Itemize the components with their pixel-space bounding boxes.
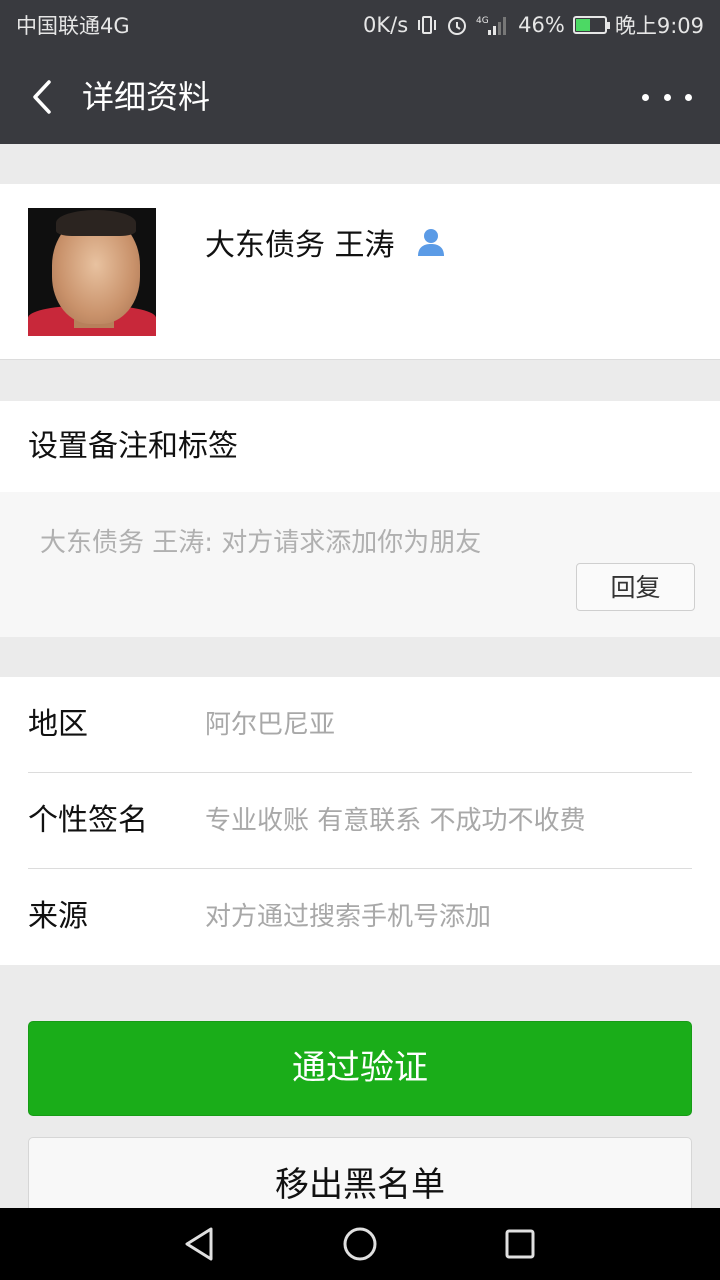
clock: 晚上9:09 bbox=[614, 14, 704, 38]
avatar-hair bbox=[56, 210, 136, 236]
request-message: 大东债务 王涛: 对方请求添加你为朋友 bbox=[40, 528, 482, 558]
signal-icon: 4G bbox=[476, 14, 510, 36]
contact-person-icon bbox=[417, 229, 444, 256]
system-back-button[interactable] bbox=[180, 1224, 220, 1264]
network-speed: 0K/s bbox=[362, 13, 409, 37]
more-options-button[interactable] bbox=[642, 83, 692, 111]
more-dot-icon bbox=[642, 93, 649, 101]
battery-level bbox=[575, 19, 590, 31]
info-row-signature: 个性签名 专业收账 有意联系 不成功不收费 bbox=[28, 773, 692, 869]
system-nav-bar bbox=[0, 1208, 720, 1280]
square-recents-icon bbox=[505, 1229, 535, 1259]
chevron-left-icon bbox=[33, 80, 51, 114]
more-dot-icon bbox=[663, 93, 671, 101]
signature-label: 个性签名 bbox=[28, 803, 148, 838]
remark-label: 设置备注和标签 bbox=[28, 429, 238, 464]
more-dot-icon bbox=[685, 93, 692, 101]
info-row-source: 来源 对方通过搜索手机号添加 bbox=[28, 869, 692, 965]
avatar[interactable] bbox=[28, 208, 156, 336]
status-bar: 中国联通4G 0K/s 4G 46% 晚上9:09 bbox=[0, 0, 720, 50]
nav-bar: 详细资料 bbox=[0, 50, 720, 144]
signature-value: 专业收账 有意联系 不成功不收费 bbox=[205, 806, 586, 836]
accept-verification-button[interactable]: 通过验证 bbox=[28, 1021, 692, 1116]
set-remark-tags-row[interactable]: 设置备注和标签 bbox=[0, 401, 720, 492]
source-label: 来源 bbox=[28, 899, 88, 934]
vibrate-icon bbox=[416, 15, 438, 35]
back-button[interactable] bbox=[22, 77, 62, 117]
circle-home-icon bbox=[343, 1227, 377, 1261]
region-value: 阿尔巴尼亚 bbox=[205, 710, 336, 740]
page-title: 详细资料 bbox=[82, 78, 211, 116]
alarm-icon bbox=[446, 14, 468, 36]
info-section: 地区 阿尔巴尼亚 个性签名 专业收账 有意联系 不成功不收费 来源 对方通过搜索… bbox=[0, 677, 720, 965]
region-label: 地区 bbox=[28, 707, 88, 742]
triangle-back-icon bbox=[185, 1227, 213, 1261]
status-icons: 0K/s 4G 46% 晚上9:09 bbox=[363, 10, 704, 40]
friend-request-panel: 大东债务 王涛: 对方请求添加你为朋友 回复 bbox=[0, 492, 720, 637]
profile-name-row: 大东债务 王涛 bbox=[205, 220, 447, 264]
system-recents-button[interactable] bbox=[500, 1224, 540, 1264]
source-value: 对方通过搜索手机号添加 bbox=[205, 902, 492, 932]
info-row-region: 地区 阿尔巴尼亚 bbox=[28, 677, 692, 773]
system-home-button[interactable] bbox=[340, 1224, 380, 1264]
profile-name: 大东债务 王涛 bbox=[205, 228, 395, 263]
svg-text:4G: 4G bbox=[476, 16, 489, 26]
carrier-label: 中国联通4G bbox=[16, 14, 130, 38]
battery-icon bbox=[572, 16, 610, 34]
profile-card: 大东债务 王涛 bbox=[0, 184, 720, 360]
reply-button[interactable]: 回复 bbox=[576, 563, 695, 611]
battery-percent: 46% bbox=[518, 13, 565, 37]
